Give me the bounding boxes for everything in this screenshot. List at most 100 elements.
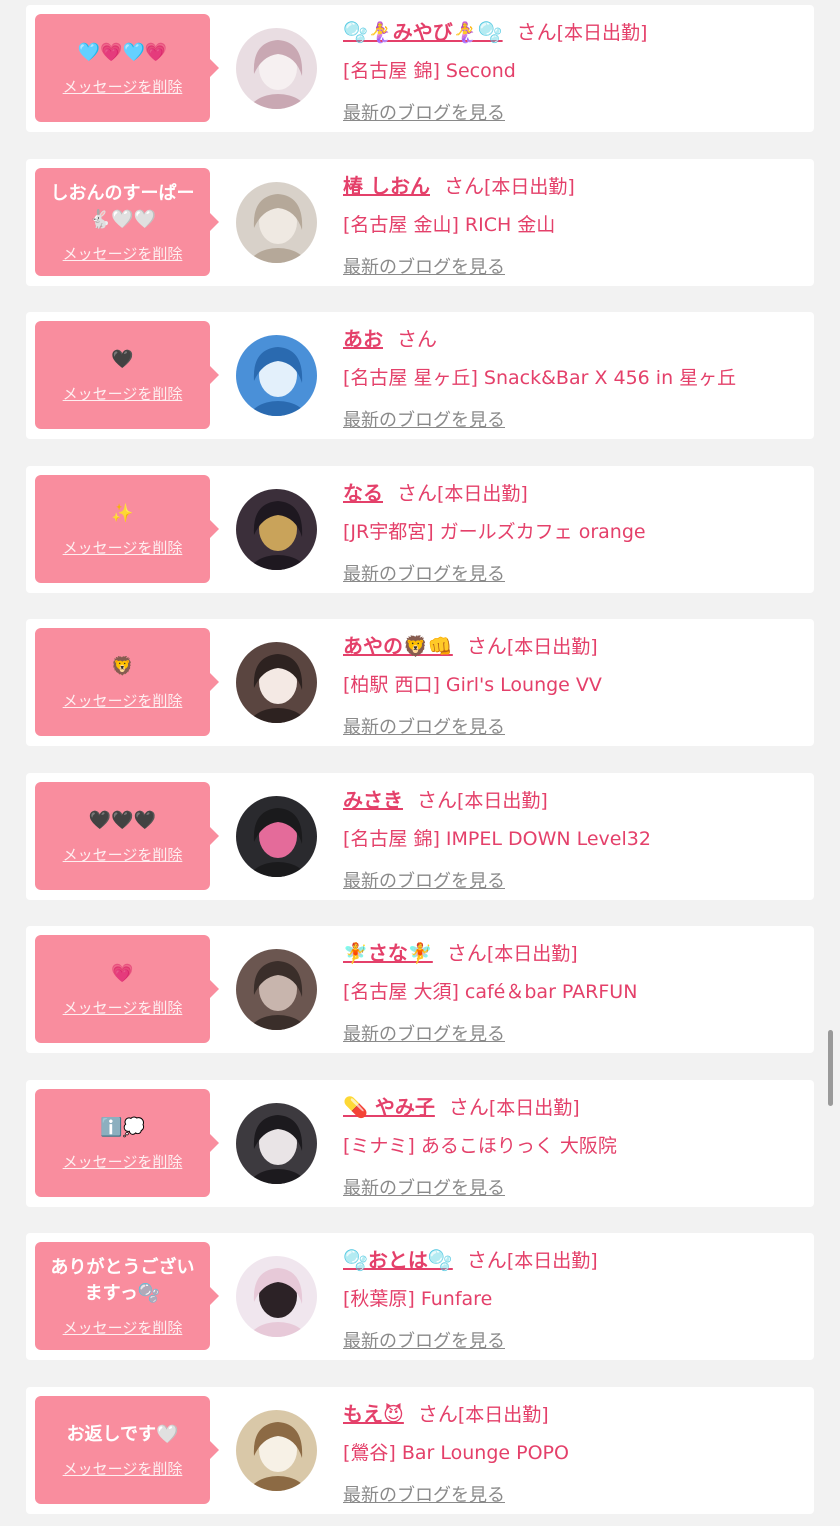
latest-blog-link[interactable]: 最新のブログを見る [343, 713, 505, 739]
avatar[interactable] [236, 642, 317, 723]
latest-blog-link[interactable]: 最新のブログを見る [343, 867, 505, 893]
name-line: 🫧🧜‍♀️みやび🧜‍♀️🫧 さん[本日出勤] [343, 17, 803, 47]
attendance-badge: [本日出勤] [437, 483, 528, 505]
latest-blog-link[interactable]: 最新のブログを見る [343, 1327, 505, 1353]
delete-message-link[interactable]: メッセージを削除 [63, 243, 183, 264]
name-line: みさき さん[本日出勤] [343, 785, 803, 815]
name-line: 💊 やみ子 さん[本日出勤] [343, 1092, 803, 1122]
profile-info: 椿 しおん さん[本日出勤] [名古屋 金山] RICH 金山 最新のブログを見る [343, 171, 803, 279]
delete-message-link[interactable]: メッセージを削除 [63, 1317, 183, 1338]
latest-blog-link[interactable]: 最新のブログを見る [343, 99, 505, 125]
attendance-badge: [本日出勤] [488, 1097, 580, 1119]
delete-message-link[interactable]: メッセージを削除 [63, 383, 183, 404]
honorific-text: さん [446, 941, 487, 965]
list-item: ℹ️💭 メッセージを削除 💊 やみ子 さん[本日出勤] [ミナミ] あるこほりっく… [26, 1080, 814, 1207]
avatar-photo [236, 182, 317, 263]
latest-blog-link[interactable]: 最新のブログを見る [343, 253, 505, 279]
delete-message-link[interactable]: メッセージを削除 [63, 997, 183, 1018]
cast-name-link[interactable]: 💊 やみ子 [343, 1095, 435, 1119]
honorific-text: さん [466, 634, 507, 658]
list-item: 🩵💗🩵💗 メッセージを削除 🫧🧜‍♀️みやび🧜‍♀️🫧 さん[本日出勤] [名古屋… [26, 5, 814, 132]
delete-message-link[interactable]: メッセージを削除 [63, 844, 183, 865]
avatar[interactable] [236, 335, 317, 416]
attendance-badge: [本日出勤] [486, 943, 578, 965]
name-line: もえ😈 さん[本日出勤] [343, 1399, 803, 1429]
honorific-text: さん [417, 788, 457, 812]
latest-blog-link[interactable]: 最新のブログを見る [343, 1020, 505, 1046]
profile-info: 💊 やみ子 さん[本日出勤] [ミナミ] あるこほりっく 大阪院 最新のブログを見… [343, 1092, 803, 1200]
profile-info: 🫧🧜‍♀️みやび🧜‍♀️🫧 さん[本日出勤] [名古屋 錦] Second 最新の… [343, 17, 803, 125]
shop-name: [柏駅 西口] Girl's Lounge VV [343, 674, 602, 696]
avatar[interactable] [236, 1410, 317, 1491]
message-text: 💗 [111, 962, 134, 984]
avatar-photo [236, 1410, 317, 1491]
message-text: 🩵💗🩵💗 [77, 41, 168, 63]
cast-name-link[interactable]: 椿 しおん [343, 174, 430, 198]
avatar-photo [236, 1103, 317, 1184]
message-bubble: 💗 メッセージを削除 [35, 935, 219, 1043]
list-item: しおんのすーぱー 🐇🤍🤍 メッセージを削除 椿 しおん さん[本日出勤] [名古屋… [26, 159, 814, 286]
latest-blog-link[interactable]: 最新のブログを見る [343, 560, 505, 586]
name-line: 🧚さな🧚 さん[本日出勤] [343, 938, 803, 968]
honorific-text: さん [448, 1095, 489, 1119]
delete-message-link[interactable]: メッセージを削除 [63, 537, 183, 558]
cast-name-link[interactable]: あお [343, 327, 383, 351]
message-bubble: しおんのすーぱー 🐇🤍🤍 メッセージを削除 [35, 168, 219, 276]
message-bubble: 🦁 メッセージを削除 [35, 628, 219, 736]
message-bubble: ✨ メッセージを削除 [35, 475, 219, 583]
avatar[interactable] [236, 1103, 317, 1184]
cast-name-link[interactable]: 🧚さな🧚 [343, 941, 433, 965]
avatar-photo [236, 796, 317, 877]
list-item: ✨ メッセージを削除 なる さん[本日出勤] [JR宇都宮] ガールズカフェ or… [26, 466, 814, 593]
shop-name: [名古屋 大須] café＆bar PARFUN [343, 981, 638, 1003]
message-text: 🖤 [111, 348, 134, 370]
avatar-photo [236, 335, 317, 416]
shop-name: [鶯谷] Bar Lounge POPO [343, 1442, 569, 1464]
avatar[interactable] [236, 28, 317, 109]
message-text: 🦁 [111, 655, 134, 677]
shop-name: [名古屋 星ヶ丘] Snack&Bar X 456 in 星ヶ丘 [343, 367, 737, 389]
profile-info: あやの🦁👊 さん[本日出勤] [柏駅 西口] Girl's Lounge VV 最… [343, 631, 803, 739]
avatar-photo [236, 1256, 317, 1337]
message-bubble: お返しです🤍 メッセージを削除 [35, 1396, 219, 1504]
shop-name: [秋葉原] Funfare [343, 1288, 493, 1310]
attendance-badge: [本日出勤] [556, 22, 648, 44]
cast-name-link[interactable]: 🫧おとは🫧 [343, 1248, 453, 1272]
name-line: なる さん[本日出勤] [343, 478, 803, 508]
latest-blog-link[interactable]: 最新のブログを見る [343, 1174, 505, 1200]
shop-name: [ミナミ] あるこほりっく 大阪院 [343, 1135, 617, 1157]
avatar-photo [236, 949, 317, 1030]
avatar[interactable] [236, 182, 317, 263]
latest-blog-link[interactable]: 最新のブログを見る [343, 406, 505, 432]
list-item: 🖤 メッセージを削除 あお さん [名古屋 星ヶ丘] Snack&Bar X 45… [26, 312, 814, 439]
message-text: ✨ [111, 502, 134, 524]
honorific-text: さん [417, 1402, 458, 1426]
avatar[interactable] [236, 489, 317, 570]
cast-name-link[interactable]: なる [343, 481, 383, 505]
avatar[interactable] [236, 949, 317, 1030]
list-item: 🖤🖤🖤 メッセージを削除 みさき さん[本日出勤] [名古屋 錦] IMPEL D… [26, 773, 814, 900]
shop-name: [名古屋 錦] IMPEL DOWN Level32 [343, 828, 651, 850]
shop-name: [名古屋 金山] RICH 金山 [343, 214, 556, 236]
honorific-text: さん [443, 174, 484, 198]
latest-blog-link[interactable]: 最新のブログを見る [343, 1481, 505, 1507]
avatar[interactable] [236, 796, 317, 877]
scrollbar[interactable] [828, 1030, 833, 1106]
message-bubble: 🩵💗🩵💗 メッセージを削除 [35, 14, 219, 122]
attendance-badge: [本日出勤] [506, 1250, 598, 1272]
delete-message-link[interactable]: メッセージを削除 [63, 690, 183, 711]
profile-info: みさき さん[本日出勤] [名古屋 錦] IMPEL DOWN Level32 最… [343, 785, 803, 893]
cast-name-link[interactable]: あやの🦁👊 [343, 634, 453, 658]
honorific-text: さん [397, 327, 437, 351]
delete-message-link[interactable]: メッセージを削除 [63, 1151, 183, 1172]
cast-name-link[interactable]: 🫧🧜‍♀️みやび🧜‍♀️🫧 [343, 20, 503, 44]
delete-message-link[interactable]: メッセージを削除 [63, 76, 183, 97]
shop-name: [名古屋 錦] Second [343, 60, 516, 82]
list-item: 🦁 メッセージを削除 あやの🦁👊 さん[本日出勤] [柏駅 西口] Girl's … [26, 619, 814, 746]
cast-name-link[interactable]: みさき [343, 788, 403, 812]
honorific-text: さん [397, 481, 437, 505]
avatar[interactable] [236, 1256, 317, 1337]
profile-info: なる さん[本日出勤] [JR宇都宮] ガールズカフェ orange 最新のブログ… [343, 478, 803, 586]
cast-name-link[interactable]: もえ😈 [343, 1402, 404, 1426]
delete-message-link[interactable]: メッセージを削除 [63, 1458, 183, 1479]
